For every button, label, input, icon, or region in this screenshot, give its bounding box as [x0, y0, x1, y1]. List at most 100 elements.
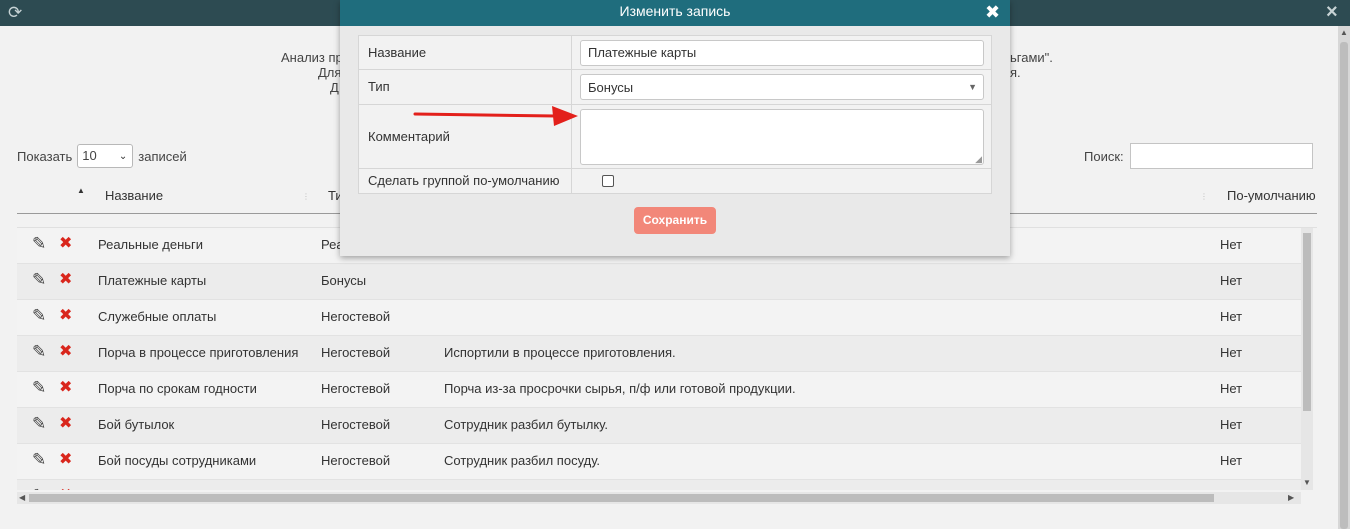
- show-label: Показать: [17, 148, 73, 164]
- cell-comment: Испортили в процессе приготовления.: [444, 345, 676, 360]
- pencil-icon[interactable]: ✎: [32, 343, 46, 360]
- sort-asc-icon[interactable]: ▲: [77, 186, 85, 195]
- default-group-label: Сделать группой по-умолчанию: [368, 173, 560, 188]
- type-select-value: Бонусы: [588, 80, 634, 95]
- cell-comment: Сотрудник разбил посуду.: [444, 453, 601, 468]
- cell-default: Нет: [1220, 309, 1243, 324]
- table-row: ✎ ✖ Платежные карты Бонусы Нет: [17, 264, 1301, 300]
- scroll-down-icon[interactable]: ▼: [1303, 478, 1311, 487]
- cell-type: Негостевой: [321, 453, 391, 468]
- cell-name: Бой посуды сотрудниками: [98, 453, 257, 468]
- intro-line-1-right: ьгами".: [1010, 50, 1053, 65]
- default-group-checkbox[interactable]: [602, 175, 614, 187]
- column-header-default[interactable]: По-умолчанию: [1227, 188, 1316, 203]
- records-label: записей: [138, 148, 187, 164]
- page-scrollbar-thumb[interactable]: [1340, 42, 1348, 529]
- table-vertical-scrollbar[interactable]: ▼: [1301, 228, 1313, 490]
- refresh-icon[interactable]: ⟳: [8, 4, 22, 21]
- page-length-select[interactable]: 10 ⌄: [77, 144, 134, 168]
- cell-name: Порча в процессе приготовления: [98, 345, 299, 360]
- search-label: Поиск:: [1084, 148, 1124, 164]
- cell-name: Порча по срокам годности: [98, 381, 257, 396]
- type-select[interactable]: Бонусы ▼: [580, 74, 984, 100]
- delete-x-icon[interactable]: ✖: [59, 235, 72, 252]
- pencil-icon[interactable]: ✎: [32, 415, 46, 432]
- scroll-right-icon[interactable]: ▶: [1288, 493, 1294, 502]
- form-row-name: Название Платежные карты: [359, 36, 991, 70]
- pencil-icon[interactable]: ✎: [32, 487, 46, 490]
- cell-comment: Сотрудник разбил бутылку.: [444, 417, 608, 432]
- cell-name: Платежные карты: [98, 273, 207, 288]
- form-row-type: Тип Бонусы ▼: [359, 70, 991, 105]
- pencil-icon[interactable]: ✎: [32, 307, 46, 324]
- pencil-icon[interactable]: ✎: [32, 451, 46, 468]
- dialog-header: Изменить запись ✖: [340, 0, 1010, 26]
- pencil-icon[interactable]: ✎: [32, 379, 46, 396]
- page-scrollbar[interactable]: ▲: [1338, 26, 1350, 529]
- pencil-icon[interactable]: ✎: [32, 271, 46, 288]
- cell-name: Бой бутылок: [98, 417, 175, 432]
- delete-x-icon[interactable]: ✖: [59, 343, 72, 360]
- form-row-default: Сделать группой по-умолчанию: [359, 169, 991, 194]
- cell-type: Негостевой: [321, 309, 391, 324]
- intro-line-2-left: Для: [318, 65, 342, 80]
- cell-default: Нет: [1220, 453, 1243, 468]
- scroll-left-icon[interactable]: ◀: [19, 493, 25, 502]
- cell-name: Служебные оплаты: [98, 309, 217, 324]
- table-row: ✎ ✖ Служебные оплаты Негостевой Нет: [17, 300, 1301, 336]
- edit-record-dialog: Изменить запись ✖ Название Платежные кар…: [340, 0, 1010, 256]
- form-row-comment: Комментарий ◢: [359, 105, 991, 169]
- table-vscroll-thumb[interactable]: [1303, 233, 1311, 411]
- dropdown-arrow-icon: ▼: [968, 82, 977, 92]
- intro-line-2-right: я.: [1010, 65, 1021, 80]
- sort-icon[interactable]: ⋮: [302, 192, 310, 201]
- delete-x-icon[interactable]: ✖: [59, 415, 72, 432]
- column-header-name[interactable]: Название: [105, 188, 163, 203]
- name-label: Название: [368, 45, 427, 60]
- delete-x-icon[interactable]: ✖: [59, 271, 72, 288]
- sort-icon[interactable]: ⋮: [1200, 192, 1208, 201]
- cell-comment: Порча из-за просрочки сырья, п/ф или гот…: [444, 381, 796, 396]
- delete-x-icon[interactable]: ✖: [59, 487, 72, 490]
- comment-textarea[interactable]: ◢: [580, 109, 984, 165]
- cell-type: Негостевой: [321, 381, 391, 396]
- name-input[interactable]: Платежные карты: [580, 40, 984, 66]
- dialog-title: Изменить запись: [619, 3, 731, 19]
- table-horizontal-scrollbar[interactable]: ◀ ▶: [17, 492, 1301, 504]
- table-body: ✎ ✖ Реальные деньги Реа Нет ✎ ✖ Платежны…: [17, 228, 1301, 490]
- table-search: Поиск:: [1084, 143, 1313, 169]
- resize-grip-icon[interactable]: ◢: [975, 155, 982, 164]
- edit-form: Название Платежные карты Тип Бонусы ▼ Ко…: [358, 35, 992, 194]
- cell-default: Нет: [1220, 273, 1243, 288]
- save-button[interactable]: Сохранить: [634, 207, 716, 234]
- table-row: ✎ ✖ Бой посуды сотрудниками Негостевой С…: [17, 444, 1301, 480]
- intro-line-3-left: Д: [330, 80, 339, 95]
- close-icon[interactable]: ✖: [985, 2, 1000, 22]
- cell-type: Негостевой: [321, 345, 391, 360]
- table-row: ✎ ✖ Порча по срокам годности Негостевой …: [17, 372, 1301, 408]
- type-label: Тип: [368, 79, 390, 94]
- cell-default: Нет: [1220, 237, 1243, 252]
- table-row-partial: ✎ ✖: [17, 480, 1301, 490]
- column-divider: [571, 36, 572, 69]
- column-divider: [571, 105, 572, 168]
- page-length-control: Показать 10 ⌄ записей: [17, 144, 187, 168]
- table-row: ✎ ✖ Бой бутылок Негостевой Сотрудник раз…: [17, 408, 1301, 444]
- cell-default: Нет: [1220, 345, 1243, 360]
- cell-type: Бонусы: [321, 273, 367, 288]
- table-hscroll-thumb[interactable]: [29, 494, 1214, 502]
- search-input[interactable]: [1129, 143, 1313, 169]
- cell-type: Негостевой: [321, 417, 391, 432]
- cell-default: Нет: [1220, 417, 1243, 432]
- delete-x-icon[interactable]: ✖: [59, 451, 72, 468]
- delete-x-icon[interactable]: ✖: [59, 379, 72, 396]
- column-divider: [571, 169, 572, 194]
- pencil-icon[interactable]: ✎: [32, 235, 46, 252]
- page-length-value: 10: [82, 148, 97, 163]
- scroll-up-icon[interactable]: ▲: [1340, 28, 1348, 37]
- delete-x-icon[interactable]: ✖: [59, 307, 72, 324]
- cell-name: Реальные деньги: [98, 237, 204, 252]
- close-icon[interactable]: ×: [1326, 2, 1338, 22]
- name-input-value: Платежные карты: [588, 45, 697, 60]
- intro-line-1-left: Анализ пр: [281, 50, 343, 65]
